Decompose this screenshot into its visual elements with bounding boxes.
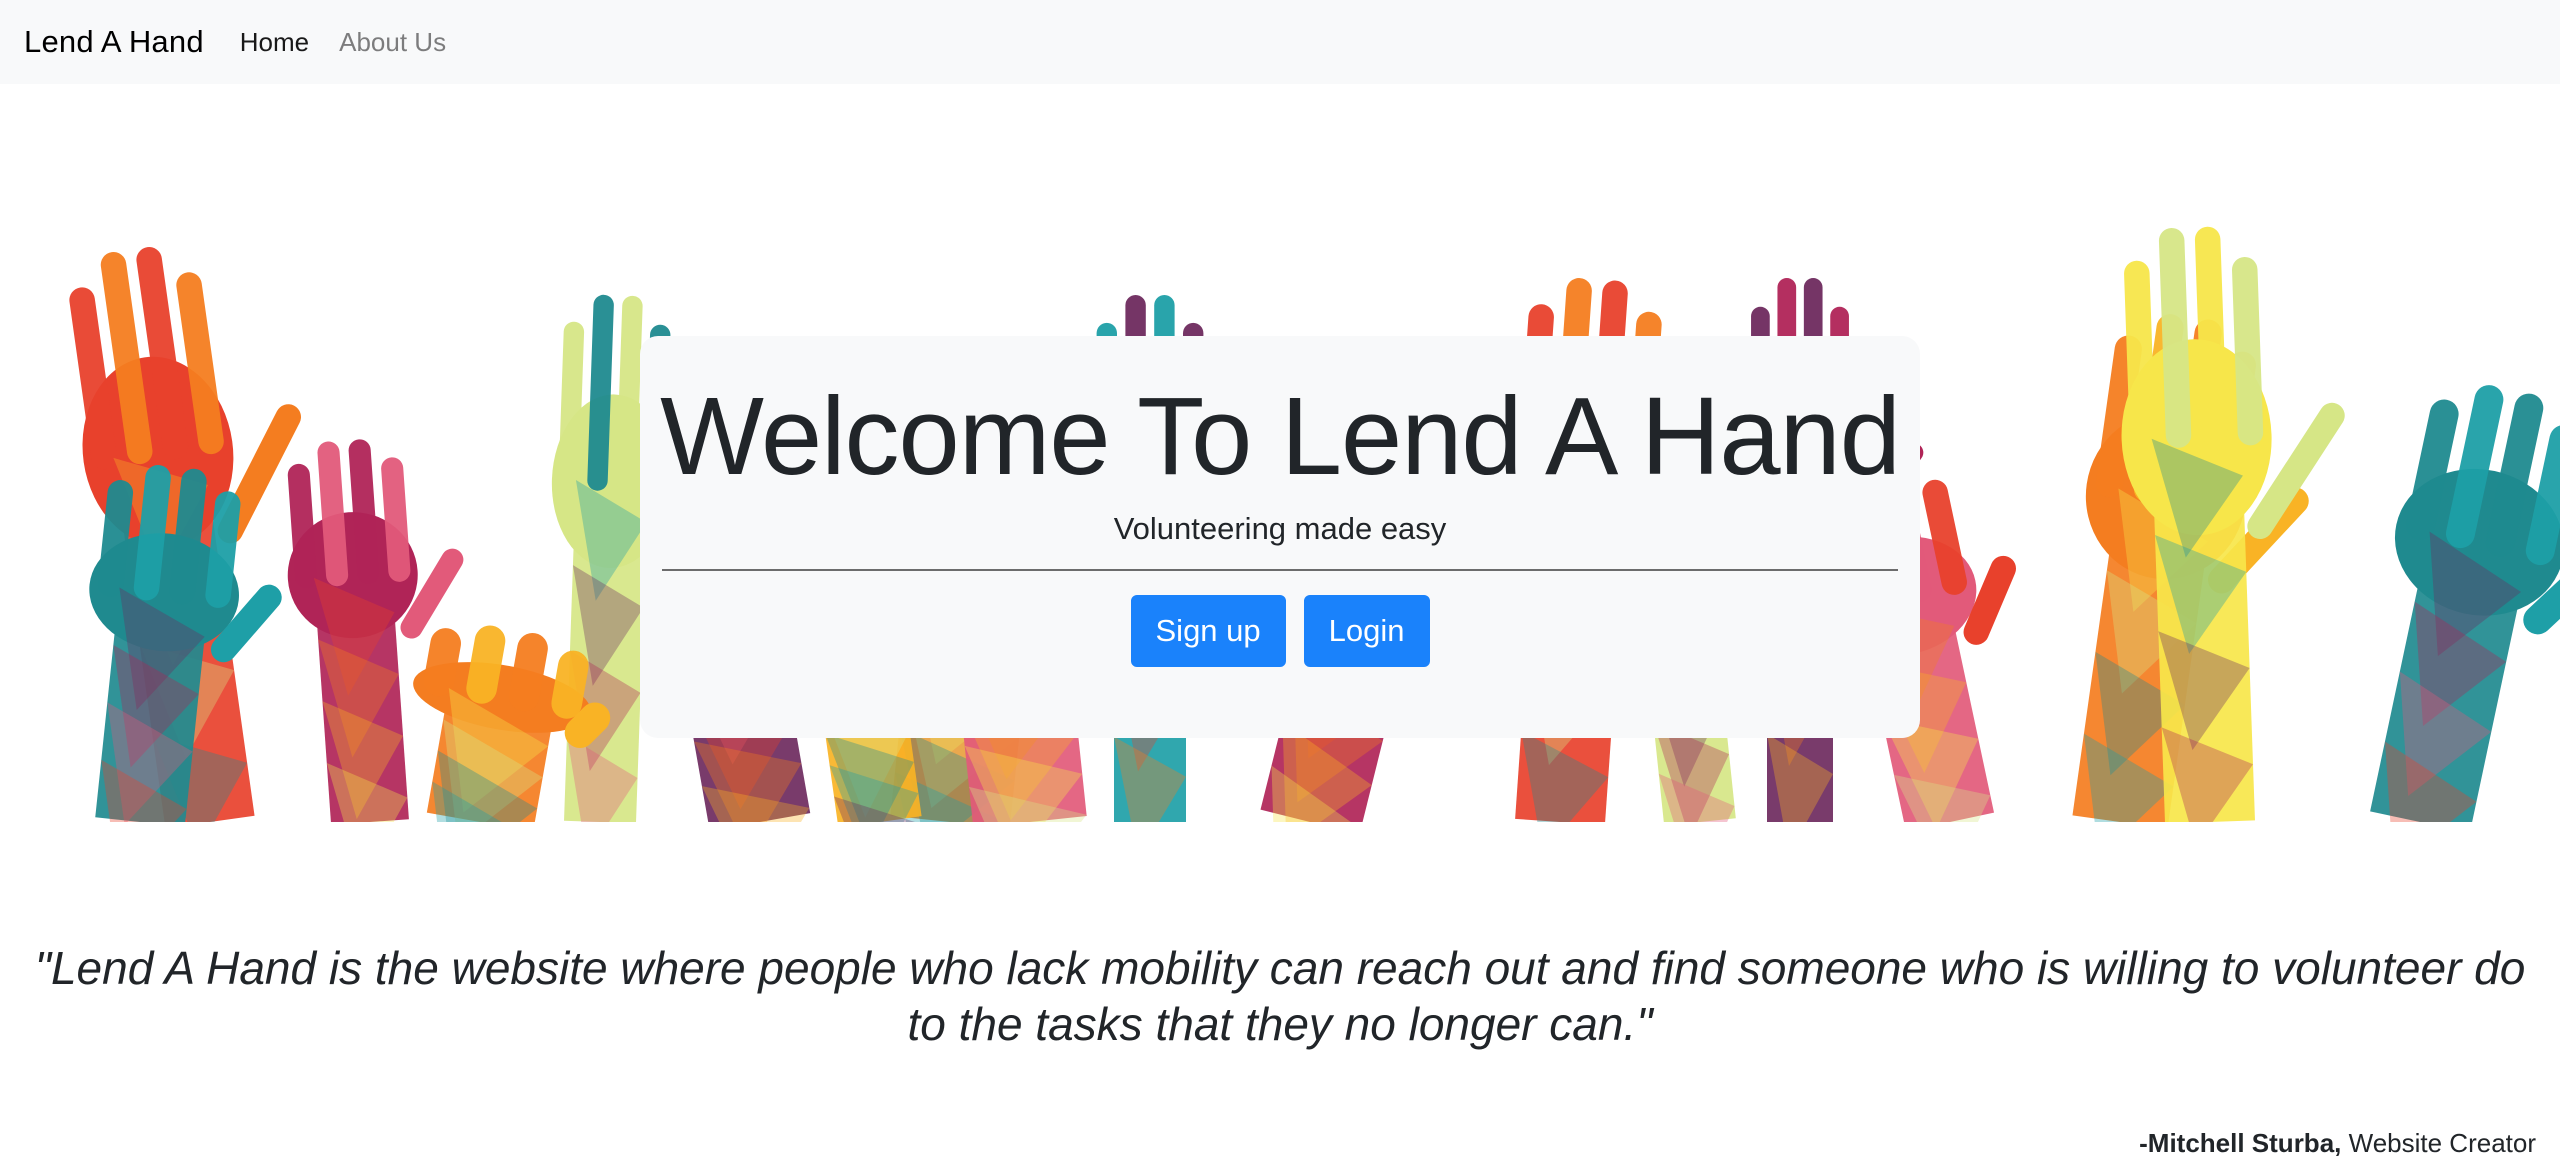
quote-author: -Mitchell Sturba, xyxy=(2139,1128,2342,1158)
brand-link[interactable]: Lend A Hand xyxy=(24,24,204,60)
welcome-jumbotron: Welcome To Lend A Hand Volunteering made… xyxy=(640,336,1920,738)
hand-shape xyxy=(2370,385,2560,822)
page-subtitle: Volunteering made easy xyxy=(1113,511,1447,546)
login-button[interactable]: Login xyxy=(1303,595,1430,667)
hero-section: Welcome To Lend A Hand Volunteering made… xyxy=(0,84,2560,822)
mission-quote: "Lend A Hand is the website where people… xyxy=(34,942,2526,1050)
hand-shape xyxy=(89,465,282,822)
navbar: Lend A Hand Home About Us xyxy=(0,0,2560,84)
signup-button[interactable]: Sign up xyxy=(1130,595,1286,667)
auth-buttons: Sign up Login xyxy=(640,595,1920,667)
page-title: Welcome To Lend A Hand xyxy=(660,375,1901,498)
divider xyxy=(662,569,1898,571)
nav-link-about-us[interactable]: About Us xyxy=(339,27,446,58)
quote-attribution: -Mitchell Sturba, Website Creator xyxy=(2139,1128,2536,1159)
nav-link-home[interactable]: Home xyxy=(240,27,309,58)
quote-author-role: Website Creator xyxy=(2348,1128,2536,1158)
